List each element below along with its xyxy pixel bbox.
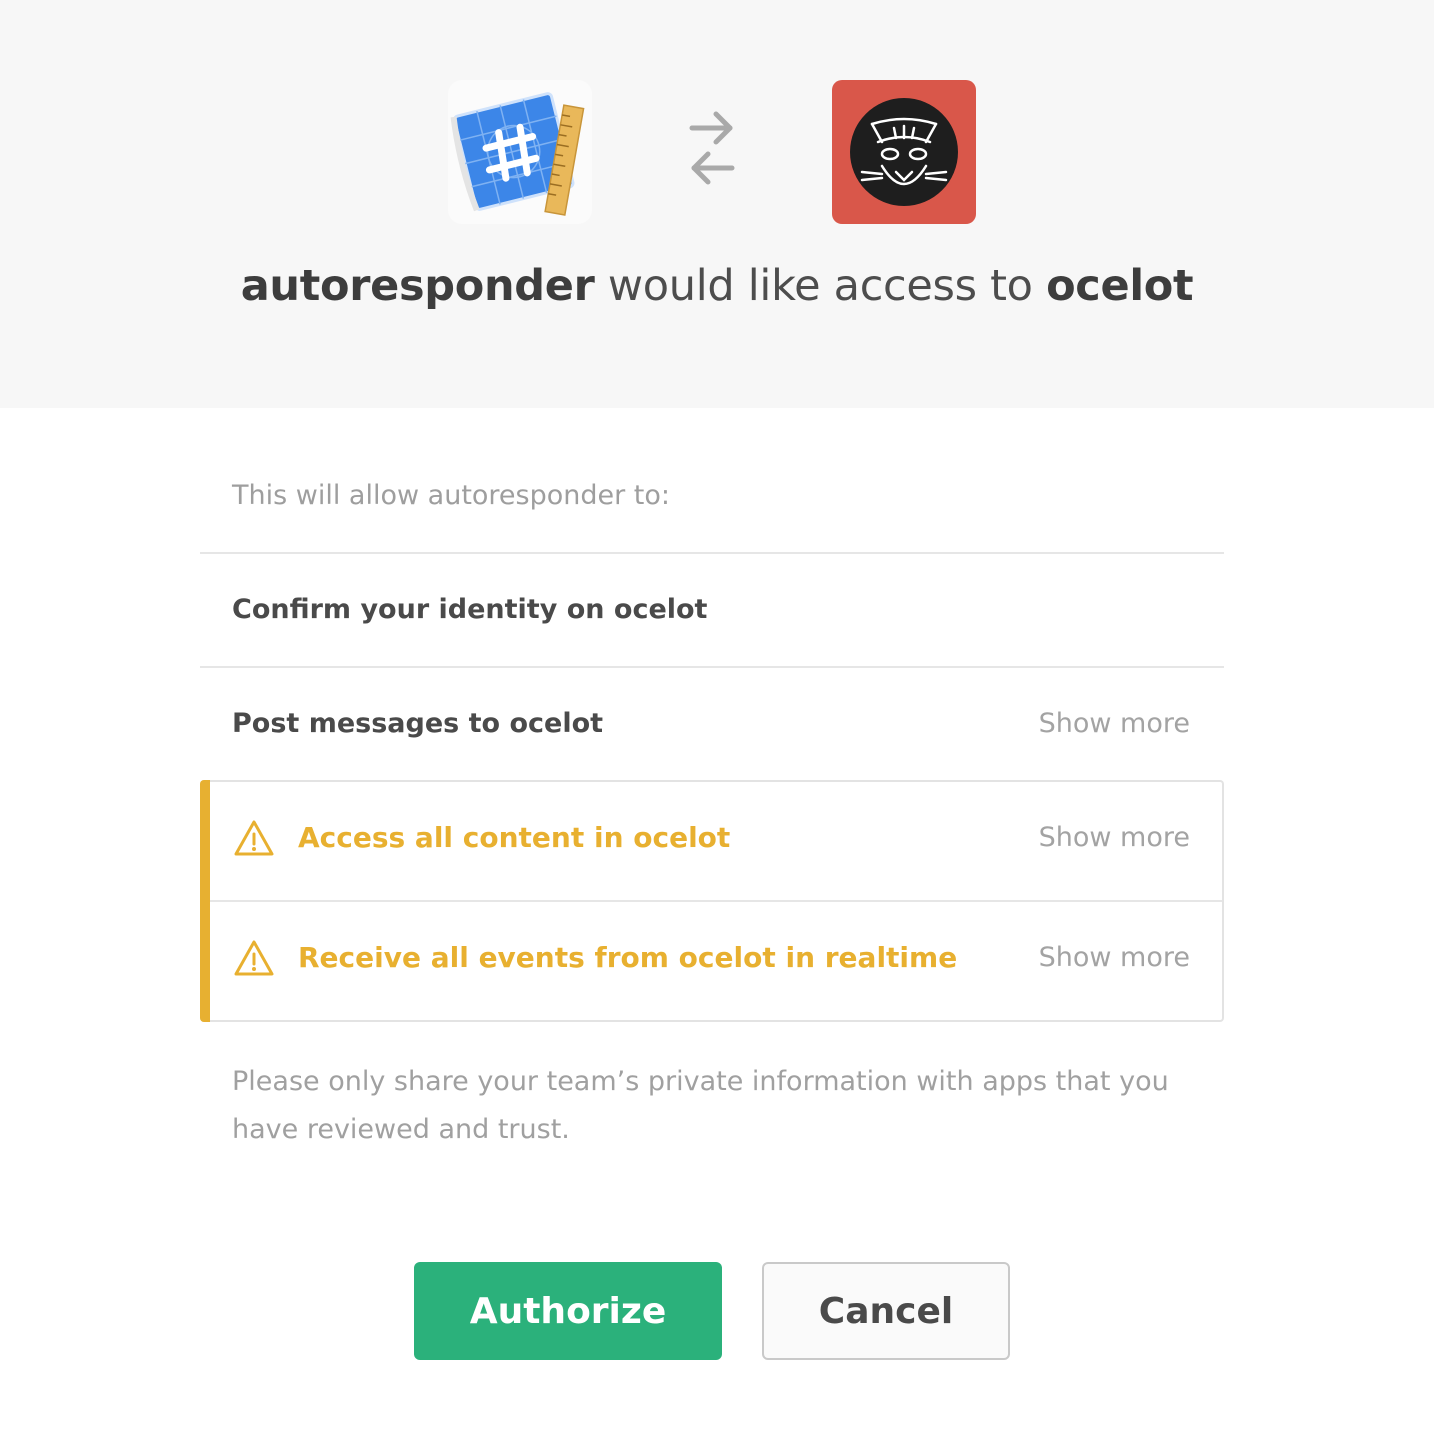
warning-triangle-icon	[232, 818, 276, 858]
swap-arrows-icon	[684, 106, 740, 192]
warning-triangle-icon	[232, 938, 276, 978]
team-name: ocelot	[1046, 261, 1194, 311]
permission-post-messages: Post messages to ocelot	[232, 708, 604, 739]
header: autoresponder would like access to ocelo…	[0, 0, 1434, 408]
app-name: autoresponder	[240, 261, 595, 311]
intro-text: This will allow autoresponder to:	[232, 480, 671, 511]
headline-middle-text: would like access to	[594, 261, 1047, 311]
warning-accent-bar	[200, 780, 210, 1022]
permission-access-content: Access all content in ocelot	[298, 821, 731, 854]
blueprint-hash-icon	[448, 80, 592, 224]
permission-identity: Confirm your identity on ocelot	[232, 594, 708, 625]
cancel-button[interactable]: Cancel	[762, 1262, 1010, 1360]
divider	[210, 900, 1222, 902]
show-more-link[interactable]: Show more	[1039, 818, 1190, 858]
show-more-link[interactable]: Show more	[1039, 704, 1190, 744]
trust-note: Please only share your team’s private in…	[232, 1066, 1169, 1145]
permission-receive-events: Receive all events from ocelot in realti…	[298, 941, 958, 974]
divider	[200, 552, 1224, 554]
authorize-button[interactable]: Authorize	[414, 1262, 722, 1360]
page-title: autoresponder would like access to ocelo…	[0, 256, 1434, 316]
ocelot-avatar-icon	[832, 80, 976, 224]
divider	[200, 666, 1224, 668]
show-more-link[interactable]: Show more	[1039, 938, 1190, 978]
